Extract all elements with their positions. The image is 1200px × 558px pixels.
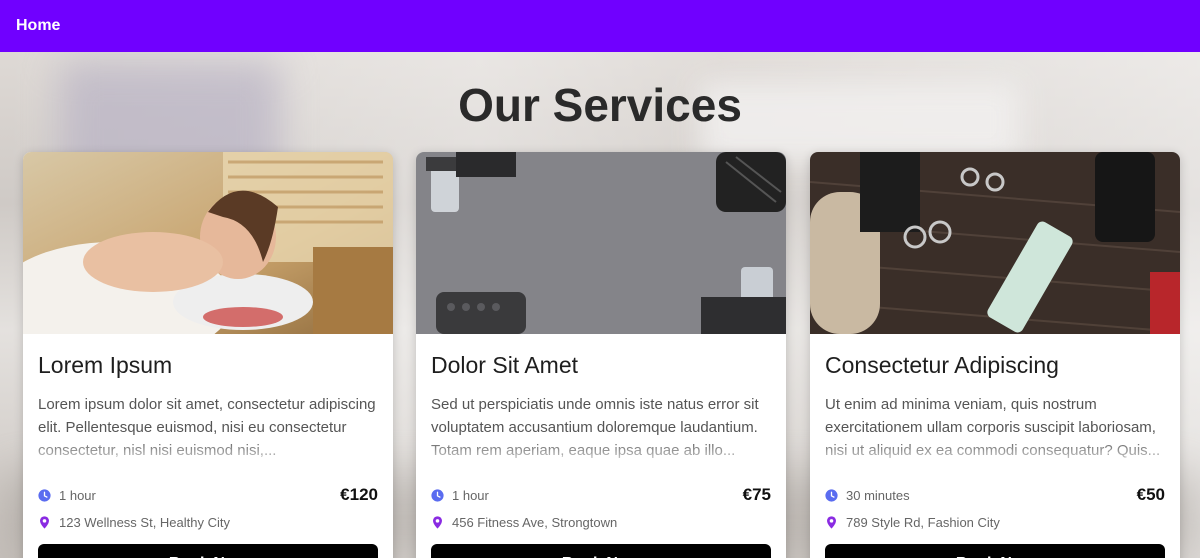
service-location: 789 Style Rd, Fashion City (846, 515, 1000, 530)
clock-icon (825, 488, 838, 502)
navbar: Home (0, 0, 1200, 52)
service-duration: 1 hour (59, 487, 96, 503)
book-now-button[interactable]: Book Now (431, 544, 771, 558)
service-title: Dolor Sit Amet (431, 352, 578, 378)
page-title: Our Services (458, 79, 742, 131)
service-description: Ut enim ad minima veniam, quis nostrum e… (825, 396, 1161, 459)
service-title: Consectetur Adipiscing (825, 352, 1059, 378)
service-price: €120 (340, 485, 378, 504)
service-title: Lorem Ipsum (38, 352, 173, 378)
service-location: 456 Fitness Ave, Strongtown (452, 515, 618, 530)
clock-icon (38, 488, 51, 502)
nav-home-link[interactable]: Home (16, 17, 60, 35)
map-pin-icon (433, 516, 442, 529)
service-duration: 1 hour (452, 487, 489, 503)
service-price: €50 (1136, 485, 1165, 504)
service-description: Sed ut perspiciatis unde omnis iste natu… (431, 396, 759, 459)
clock-icon (431, 488, 444, 502)
service-location: 123 Wellness St, Healthy City (59, 515, 230, 530)
service-description: Lorem ipsum dolor sit amet, consectetur … (38, 396, 376, 459)
spa-massage-photo (23, 152, 393, 334)
fitness-dumbbells-photo (416, 152, 786, 334)
service-duration: 30 minutes (846, 487, 910, 503)
service-card-2: Dolor Sit Amet Sed ut perspiciatis unde … (416, 152, 786, 558)
book-now-button[interactable]: Book Now (825, 544, 1165, 558)
service-price: €75 (742, 485, 771, 504)
barber-tools-photo (810, 152, 1180, 334)
map-pin-icon (40, 516, 49, 529)
book-now-button[interactable]: Book Now (38, 544, 378, 558)
service-card-1: Lorem Ipsum Lorem ipsum dolor sit amet, … (23, 152, 393, 558)
map-pin-icon (827, 516, 836, 529)
service-card-3: Consectetur Adipiscing Ut enim ad minima… (810, 152, 1180, 558)
